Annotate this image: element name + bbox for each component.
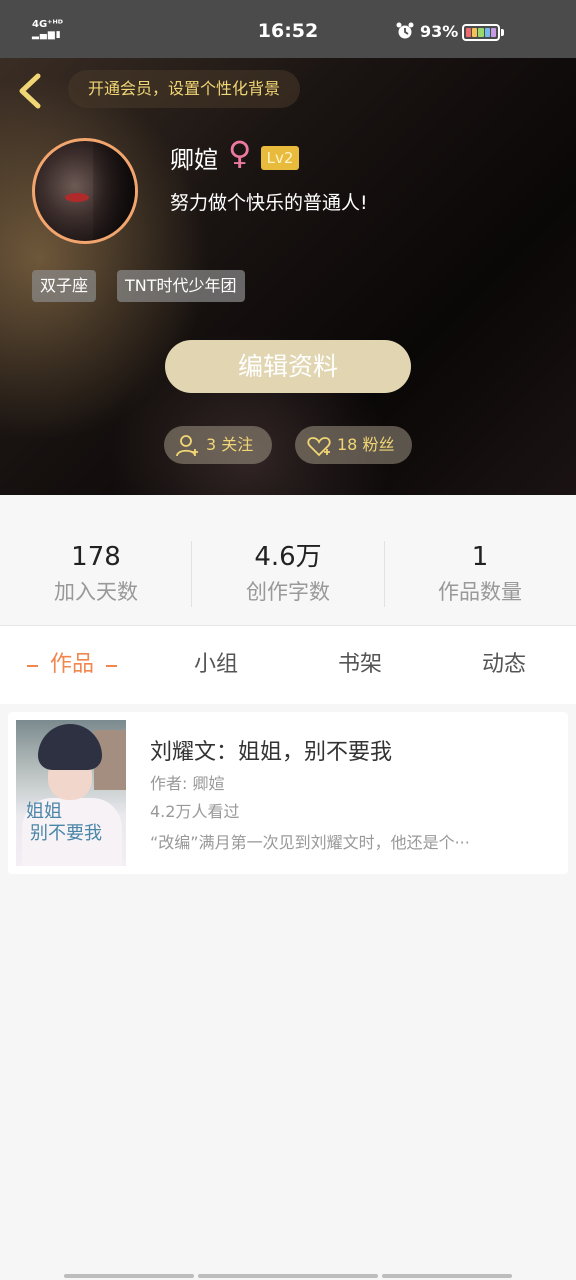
following-button[interactable]: 3 关注 [164,426,272,464]
avatar[interactable] [32,138,138,244]
work-views: 4.2万人看过 [150,802,240,821]
stat-label: 创作字数 [246,580,330,604]
cover-title: 姐姐 [26,801,62,822]
cover-subtitle: 别不要我 [30,823,102,844]
alarm-icon [396,22,414,39]
back-icon[interactable] [16,72,44,110]
stat-works-count: 1 作品数量 [384,541,576,607]
stat-word-count: 4.6万 创作字数 [192,541,384,607]
battery-tip [501,29,504,36]
followers-label: 18 粉丝 [337,435,395,454]
tab-bookshelf[interactable]: 书架 [288,626,432,704]
profile-header: 开通会员，设置个性化背景 卿媗 ♀ Lv2 努力做个快乐的普通人! 双子座 TN… [0,58,576,495]
battery-percent: 93% [420,22,459,41]
heart-add-icon [307,437,331,457]
signature: 努力做个快乐的普通人! [170,192,368,214]
book-cover[interactable]: 姐姐 别不要我 [16,720,126,866]
content-tabs: 作品 小组 书架 动态 [0,626,576,704]
status-bar: 4G⁺ᴴᴰ ▂▄▆▮ 16:52 93% [0,0,576,58]
stat-label: 作品数量 [438,580,522,604]
work-description: “改编”满月第一次见到刘耀文时，他还是个··· [150,833,470,852]
stat-value: 1 [471,542,489,572]
edit-profile-button[interactable]: 编辑资料 [165,340,411,393]
followers-button[interactable]: 18 粉丝 [295,426,412,464]
scroll-indicator [198,1274,378,1278]
tag-zodiac: 双子座 [32,270,97,302]
scroll-indicator [64,1274,194,1278]
level-badge: Lv2 [261,146,299,170]
vip-background-banner[interactable]: 开通会员，设置个性化背景 [68,70,301,108]
scroll-indicator [382,1274,512,1278]
female-icon: ♀ [228,134,252,172]
stat-value: 4.6万 [254,542,322,572]
nickname: 卿媗 [170,146,218,174]
battery-icon [462,24,500,41]
work-card[interactable]: 姐姐 别不要我 刘耀文：姐姐，别不要我 作者: 卿媗 4.2万人看过 “改编”满… [8,712,568,874]
user-add-icon [176,435,198,457]
work-author: 作者: 卿媗 [150,774,225,793]
stat-join-days: 178 加入天数 [0,541,192,607]
following-label: 3 关注 [206,435,254,454]
tab-activity[interactable]: 动态 [432,626,576,704]
tab-groups[interactable]: 小组 [144,626,288,704]
work-title: 刘耀文：姐姐，别不要我 [150,740,393,765]
tag-fandom: TNT时代少年团 [117,270,245,302]
tab-works[interactable]: 作品 [0,626,144,704]
stat-value: 178 [71,542,121,572]
stats-panel: 178 加入天数 4.6万 创作字数 1 作品数量 [0,495,576,625]
stat-label: 加入天数 [54,580,138,604]
